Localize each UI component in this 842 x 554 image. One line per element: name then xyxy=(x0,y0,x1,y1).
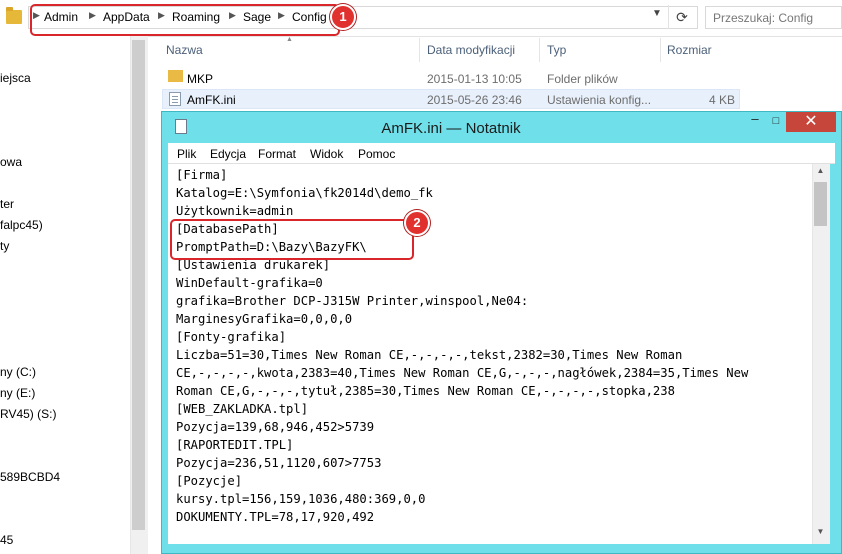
nav-item[interactable]: 589BCBD4 xyxy=(0,470,60,484)
column-header-name[interactable]: Nazwa xyxy=(166,43,203,57)
search-input[interactable]: Przeszukaj: Config xyxy=(705,6,842,29)
editor-scrollbar-thumb[interactable] xyxy=(814,182,827,226)
folder-icon xyxy=(168,70,183,82)
column-divider[interactable] xyxy=(539,38,540,62)
text-line: kursy.tpl=156,159,1036,480:369,0,0 xyxy=(176,492,426,506)
text-line: [Pozycje] xyxy=(176,474,243,488)
text-line: Katalog=E:\Symfonia\fk2014d\demo_fk xyxy=(176,186,433,200)
text-line: [Fonty-grafika] xyxy=(176,330,287,344)
scroll-up-icon[interactable]: ▲ xyxy=(812,166,829,175)
maximize-button[interactable]: □ xyxy=(767,112,785,130)
file-name[interactable]: AmFK.ini xyxy=(187,93,236,107)
column-header-size[interactable]: Rozmiar xyxy=(667,43,712,57)
text-line: Pozycja=139,68,946,452>5739 xyxy=(176,420,375,434)
column-header-type[interactable]: Typ xyxy=(547,43,566,57)
nav-item-drive-s[interactable]: RV45) (S:) xyxy=(0,407,56,421)
nav-item[interactable]: 45 xyxy=(0,533,13,547)
column-divider[interactable] xyxy=(660,38,661,62)
notepad-icon[interactable] xyxy=(175,119,187,134)
menu-format[interactable]: Format xyxy=(258,147,296,161)
menu-view[interactable]: Widok xyxy=(310,147,343,161)
text-line: [Firma] xyxy=(176,168,228,182)
refresh-icon[interactable]: ⟳ xyxy=(668,5,695,29)
minimize-button[interactable]: – xyxy=(743,112,767,130)
file-type: Ustawienia konfig... xyxy=(547,93,652,107)
text-line: [RAPORTEDIT.TPL] xyxy=(176,438,294,452)
column-header-date[interactable]: Data modyfikacji xyxy=(427,43,515,57)
nav-item-drive-e[interactable]: ny (E:) xyxy=(0,386,35,400)
file-type: Folder plików xyxy=(547,72,618,86)
text-line: grafika=Brother DCP-J315W Printer,winspo… xyxy=(176,294,529,308)
ini-file-icon xyxy=(169,92,181,106)
address-dropdown-icon[interactable]: ▼ xyxy=(652,8,662,19)
text-line: DOKUMENTY.TPL=78,17,920,492 xyxy=(176,510,375,524)
text-line: Liczba=51=30,Times New Roman CE,-,-,-,-,… xyxy=(176,348,683,362)
highlight-box-databasepath xyxy=(170,219,414,260)
nav-item[interactable]: ty xyxy=(0,239,9,253)
nav-item[interactable]: falpc45) xyxy=(0,218,43,232)
text-line: Pozycja=236,51,1120,607>7753 xyxy=(176,456,382,470)
folder-icon xyxy=(6,7,22,24)
close-button[interactable]: ✕ xyxy=(786,112,836,132)
text-line: MarginesyGrafika=0,0,0,0 xyxy=(176,312,353,326)
callout-badge-2: 2 xyxy=(404,210,430,236)
text-line: WinDefault-grafika=0 xyxy=(176,276,323,290)
file-date: 2015-01-13 10:05 xyxy=(427,72,522,86)
nav-item[interactable]: ter xyxy=(0,197,14,211)
text-line: CE,-,-,-,-,kwota,2383=40,Times New Roman… xyxy=(176,366,749,380)
menu-file[interactable]: Plik xyxy=(177,147,196,161)
callout-badge-1: 1 xyxy=(330,4,356,30)
text-line: Użytkownik=admin xyxy=(176,204,294,218)
highlight-box-breadcrumb xyxy=(30,4,340,36)
text-line: Roman CE,G,-,-,-,tytuł,2385=30,Times New… xyxy=(176,384,675,398)
scroll-down-icon[interactable]: ▼ xyxy=(812,527,829,536)
window-title: AmFK.ini — Notatnik xyxy=(381,120,521,137)
nav-item[interactable]: owa xyxy=(0,155,22,169)
nav-item-drive-c[interactable]: ny (C:) xyxy=(0,365,36,379)
file-date: 2015-05-26 23:46 xyxy=(427,93,522,107)
sort-ascending-icon: ▲ xyxy=(286,36,293,43)
menu-edit[interactable]: Edycja xyxy=(210,147,246,161)
file-name[interactable]: MKP xyxy=(187,72,213,86)
nav-scrollbar-thumb[interactable] xyxy=(132,40,145,530)
column-divider[interactable] xyxy=(419,38,420,62)
text-line: [WEB_ZAKLADKA.tpl] xyxy=(176,402,309,416)
menu-help[interactable]: Pomoc xyxy=(358,147,395,161)
file-size: 4 KB xyxy=(709,93,736,107)
nav-item[interactable]: iejsca xyxy=(0,71,31,85)
